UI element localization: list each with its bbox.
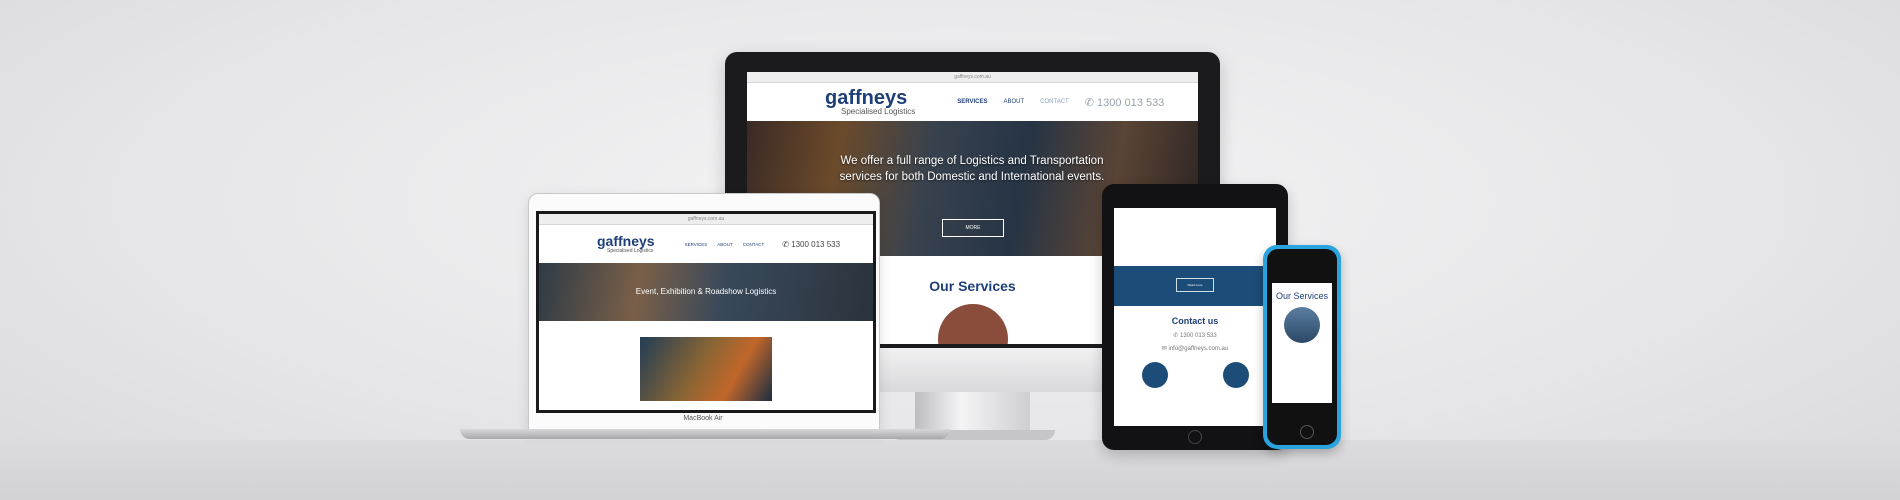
hero-text: Event, Exhibition & Roadshow Logistics xyxy=(635,287,777,296)
office-map-icon xyxy=(1141,362,1168,388)
logo-name: gaffneys xyxy=(825,86,908,109)
hero-banner: Event, Exhibition & Roadshow Logistics xyxy=(539,263,873,321)
browser-address-bar[interactable]: gaffneys.com.au xyxy=(539,214,873,225)
main-nav: SERVICES ABOUT CONTACT xyxy=(957,99,1068,105)
phone-number: 1300 013 533 xyxy=(1097,96,1165,109)
main-nav: SERVICES ABOUT CONTACT xyxy=(685,242,765,247)
phone-number: 1300 013 533 xyxy=(1180,333,1217,339)
email-address: info@gaffneys.com.au xyxy=(1168,346,1229,352)
office-map-icon xyxy=(1222,362,1249,388)
hero-more-button[interactable]: MORE xyxy=(942,219,1004,237)
iphone-screen: Our Services xyxy=(1272,283,1332,403)
home-button-icon xyxy=(1188,430,1202,444)
contact-phone[interactable]: ✆ 1300 013 533 xyxy=(1114,332,1276,339)
ipad-blue-band: Read more xyxy=(1114,266,1276,306)
header-phone[interactable]: ✆ 1300 013 533 xyxy=(782,240,840,249)
logo-name: gaffneys xyxy=(597,232,655,249)
site-logo[interactable]: gaffneys Specialised Logistics xyxy=(825,86,916,116)
service-image[interactable] xyxy=(1284,307,1320,343)
macbook-device: gaffneys.com.au gaffneys Specialised Log… xyxy=(460,193,950,448)
ipad-screen: Read more Contact us ✆ 1300 013 533 ✉ in… xyxy=(1114,208,1276,426)
macbook-base xyxy=(460,429,950,439)
macbook-screen: gaffneys.com.au gaffneys Specialised Log… xyxy=(536,211,876,413)
ipad-device: Read more Contact us ✆ 1300 013 533 ✉ in… xyxy=(1102,184,1288,450)
nav-contact[interactable]: CONTACT xyxy=(1040,99,1069,105)
contact-email[interactable]: ✉ info@gaffneys.com.au xyxy=(1114,345,1276,352)
logo-tagline: Specialised Logistics xyxy=(607,247,654,254)
services-title: Our Services xyxy=(1275,291,1328,301)
contact-title: Contact us xyxy=(1171,316,1219,326)
ipad-top-content xyxy=(1114,208,1276,266)
header-phone[interactable]: ✆ 1300 013 533 xyxy=(1085,96,1165,109)
iphone-device: Our Services xyxy=(1263,245,1341,449)
phone-number: 1300 013 533 xyxy=(791,239,841,249)
event-photo xyxy=(640,337,772,401)
site-header: gaffneys Specialised Logistics SERVICES … xyxy=(539,225,873,263)
nav-services[interactable]: SERVICES xyxy=(685,242,708,247)
nav-contact[interactable]: CONTACT xyxy=(743,242,764,247)
nav-about[interactable]: ABOUT xyxy=(717,242,733,247)
hero-text: We offer a full range of Logistics and T… xyxy=(839,155,1105,183)
site-logo[interactable]: gaffneys Specialised Logistics xyxy=(597,232,655,254)
floor-surface xyxy=(0,440,1900,500)
nav-about[interactable]: ABOUT xyxy=(1004,99,1025,105)
browser-address-bar[interactable]: gaffneys.com.au xyxy=(747,72,1198,83)
site-header: gaffneys Specialised Logistics SERVICES … xyxy=(747,83,1198,121)
read-more-button[interactable]: Read more xyxy=(1176,278,1214,292)
macbook-label: MacBook Air xyxy=(683,415,723,422)
nav-services[interactable]: SERVICES xyxy=(957,99,987,105)
logo-tagline: Specialised Logistics xyxy=(841,106,916,116)
contact-section: Contact us ✆ 1300 013 533 ✉ info@gaffney… xyxy=(1114,306,1276,388)
office-icons xyxy=(1114,362,1276,388)
home-button-icon xyxy=(1300,425,1314,439)
